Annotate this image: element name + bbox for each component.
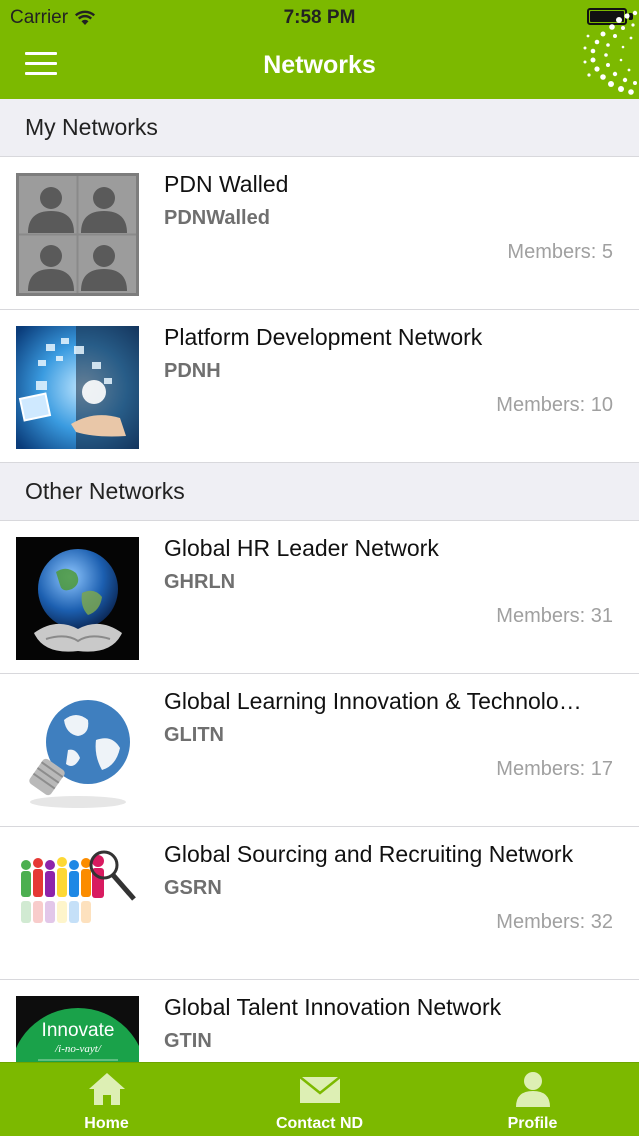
networks-list[interactable]: My Networks PDN Walled PDNWalled Members… (0, 99, 639, 1062)
badge-title: Innovate (42, 1020, 115, 1041)
network-name: Global Talent Innovation Network (164, 994, 502, 1020)
brand-logo-icon (583, 10, 638, 95)
badge-subtitle: /i-no-vayt/ (54, 1043, 102, 1055)
network-code: GLITN (164, 724, 224, 746)
navigation-bar: Networks (0, 34, 639, 99)
app-header: Carrier 7:58 PM Networks (0, 0, 639, 99)
tab-contact[interactable]: Contact ND (213, 1063, 426, 1136)
network-row[interactable]: Platform Development Network PDNH Member… (0, 310, 639, 463)
network-row[interactable]: Global HR Leader Network GHRLN Members: … (0, 521, 639, 674)
section-header-other-networks: Other Networks (0, 463, 639, 521)
globe-lightbulb-thumbnail (16, 690, 139, 813)
members-count: Members: 17 (496, 758, 613, 780)
network-code: PDNH (164, 360, 221, 382)
people-magnifier-thumbnail (16, 843, 139, 966)
members-count: Members: 31 (496, 605, 613, 627)
earth-in-hands-thumbnail (16, 537, 139, 660)
members-count: Members: 32 (496, 911, 613, 933)
network-name: Global Sourcing and Recruiting Network (164, 841, 574, 867)
network-name: PDN Walled (164, 171, 289, 197)
network-code: PDNWalled (164, 207, 270, 229)
envelope-icon (298, 1076, 341, 1103)
status-bar: Carrier 7:58 PM (0, 0, 639, 34)
network-code: GTIN (164, 1030, 212, 1052)
home-icon (88, 1073, 125, 1105)
section-title: Other Networks (25, 478, 185, 504)
network-row[interactable]: Global Sourcing and Recruiting Network G… (0, 827, 639, 980)
tab-bar: Home Contact ND Profile (0, 1062, 639, 1136)
status-time: 7:58 PM (283, 7, 356, 28)
innovate-badge-thumbnail: Innovate /i-no-vayt/ (16, 996, 139, 1062)
tab-home[interactable]: Home (0, 1063, 213, 1136)
network-name: Global HR Leader Network (164, 535, 439, 561)
network-code: GHRLN (164, 571, 236, 593)
members-count: Members: 5 (507, 241, 613, 263)
page-title: Networks (263, 51, 376, 79)
tech-hand-thumbnail (16, 326, 139, 449)
network-row[interactable]: Global Learning Innovation & Technolo… G… (0, 674, 639, 827)
person-icon (515, 1072, 550, 1107)
tab-label: Profile (507, 1115, 558, 1132)
group-placeholder-thumbnail (16, 173, 139, 296)
members-count: Members: 10 (496, 394, 613, 416)
network-name: Platform Development Network (164, 324, 483, 350)
tab-label: Contact ND (275, 1115, 364, 1132)
tab-label: Home (84, 1115, 129, 1132)
network-row[interactable]: PDN Walled PDNWalled Members: 5 (0, 157, 639, 310)
section-title: My Networks (25, 114, 158, 140)
network-code: GSRN (164, 877, 222, 899)
section-header-my-networks: My Networks (0, 99, 639, 157)
tab-profile[interactable]: Profile (426, 1063, 639, 1136)
network-name: Global Learning Innovation & Technolo… (164, 688, 582, 714)
network-row[interactable]: Innovate /i-no-vayt/ Global Talent Innov… (0, 980, 639, 1062)
